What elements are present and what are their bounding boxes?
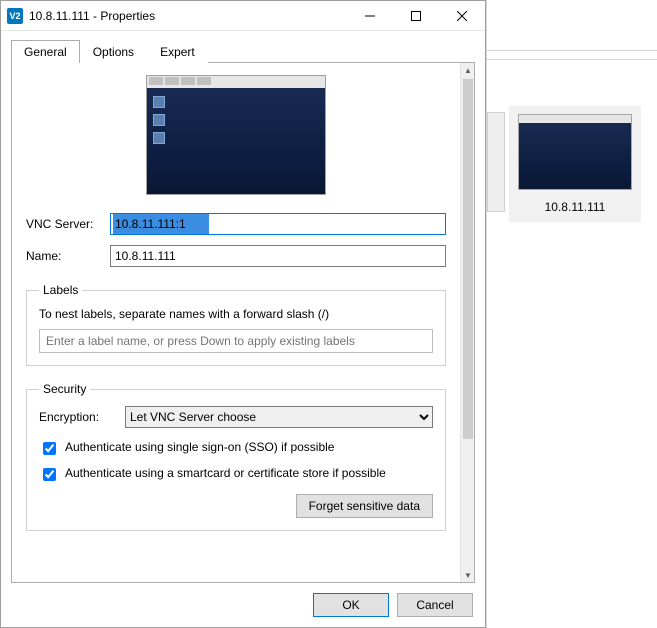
scroll-down-arrow-icon[interactable]: ▼ [461, 568, 475, 582]
scroll-up-arrow-icon[interactable]: ▲ [461, 63, 475, 77]
vnc-server-label: VNC Server: [26, 217, 110, 231]
cancel-button[interactable]: Cancel [397, 593, 473, 617]
vertical-scrollbar[interactable]: ▲ ▼ [460, 63, 474, 582]
forget-sensitive-button[interactable]: Forget sensitive data [296, 494, 433, 518]
name-input[interactable] [110, 245, 446, 267]
labels-input[interactable] [39, 329, 433, 353]
properties-dialog: V2 10.8.11.111 - Properties General Opti… [0, 0, 486, 628]
tab-strip: General Options Expert [1, 31, 485, 62]
partial-thumbnail [487, 112, 505, 212]
security-legend: Security [39, 382, 90, 396]
connection-caption: 10.8.11.111 [517, 200, 633, 214]
dialog-button-row: OK Cancel [1, 583, 485, 627]
encryption-label: Encryption: [39, 410, 125, 424]
name-label: Name: [26, 249, 110, 263]
scroll-thumb[interactable] [463, 79, 473, 439]
tab-general[interactable]: General [11, 40, 80, 63]
ok-button[interactable]: OK [313, 593, 389, 617]
encryption-select[interactable]: Let VNC Server choose [125, 406, 433, 428]
close-button[interactable] [439, 1, 485, 30]
connection-card[interactable]: 10.8.11.111 [509, 106, 641, 222]
connection-thumbnail [518, 114, 632, 190]
security-group: Security Encryption: Let VNC Server choo… [26, 382, 446, 531]
labels-group: Labels To nest labels, separate names wi… [26, 283, 446, 366]
labels-legend: Labels [39, 283, 82, 297]
vnc-preview-thumbnail [146, 75, 326, 195]
vnc-server-input[interactable] [110, 213, 446, 235]
sso-label: Authenticate using single sign-on (SSO) … [65, 440, 334, 454]
smartcard-checkbox[interactable] [43, 468, 56, 481]
title-bar: V2 10.8.11.111 - Properties [1, 1, 485, 31]
sso-checkbox[interactable] [43, 442, 56, 455]
tab-options[interactable]: Options [80, 40, 147, 63]
labels-help-text: To nest labels, separate names with a fo… [39, 307, 433, 321]
app-icon: V2 [7, 8, 23, 24]
window-title: 10.8.11.111 - Properties [29, 9, 347, 23]
preview-area [26, 75, 446, 195]
minimize-button[interactable] [347, 1, 393, 30]
tab-content: VNC Server: Name: Labels To nest labels,… [11, 62, 475, 583]
smartcard-label: Authenticate using a smartcard or certif… [65, 466, 386, 480]
maximize-button[interactable] [393, 1, 439, 30]
tab-expert[interactable]: Expert [147, 40, 208, 63]
background-panel: 10.8.11.111 [486, 0, 657, 628]
